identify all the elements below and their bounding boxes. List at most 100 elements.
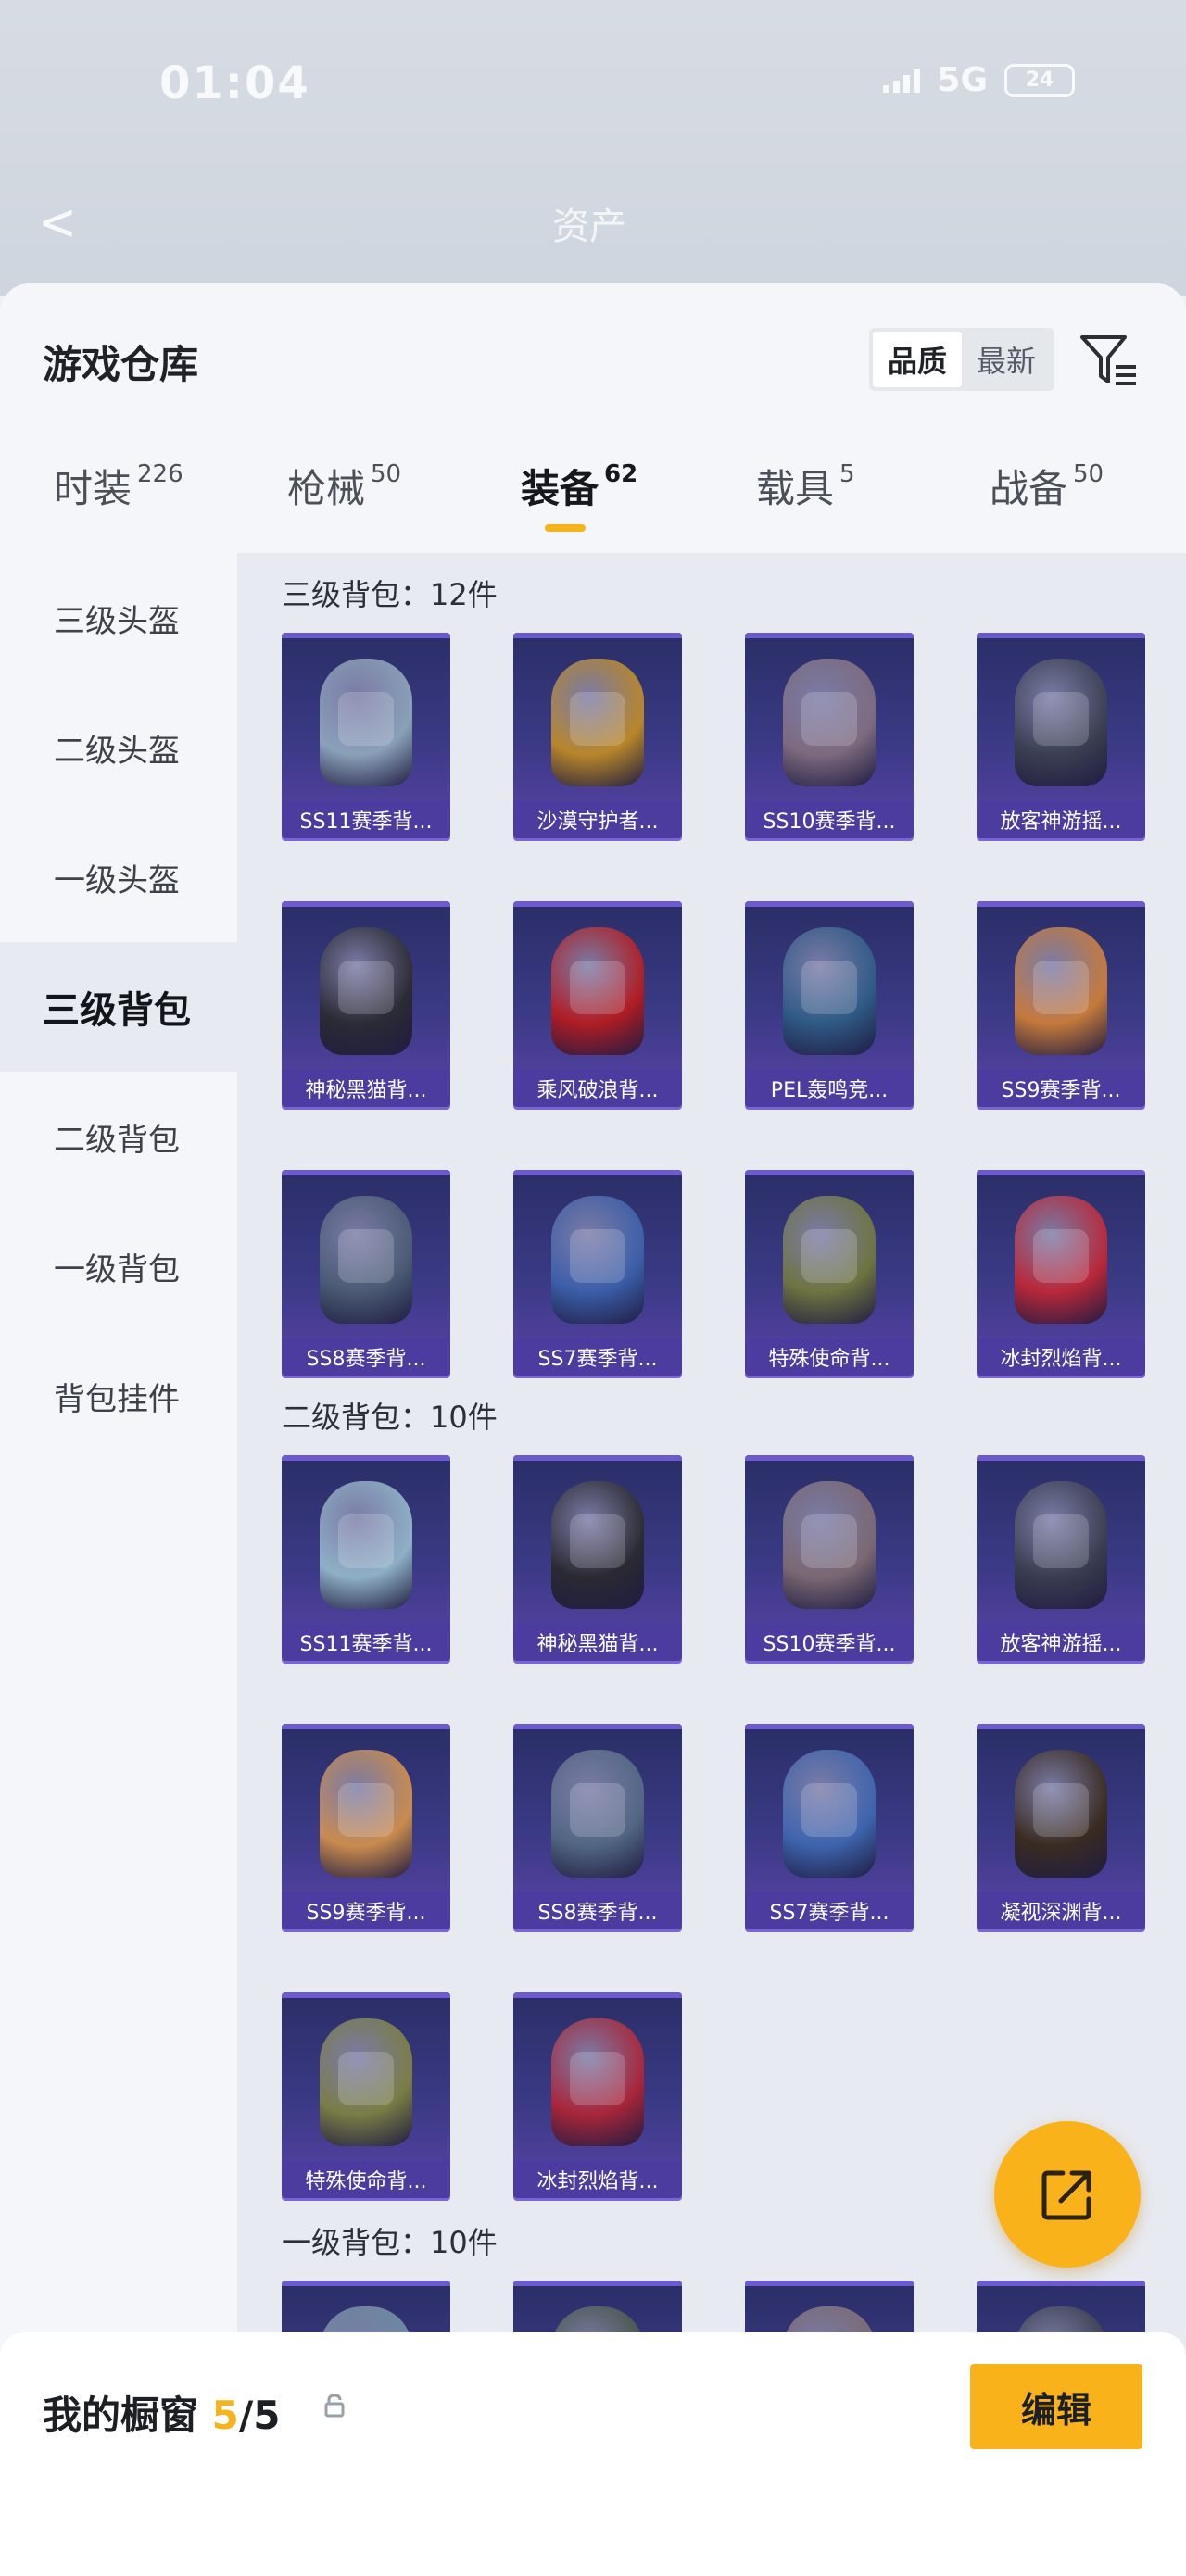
sidebar-item-level1-helmet[interactable]: 一级头盔 (0, 812, 237, 942)
item-card[interactable]: SS9赛季背... (977, 901, 1145, 1107)
backpack-image (1015, 1481, 1107, 1609)
sidebar: 三级头盔 二级头盔 一级头盔 三级背包 二级背包 一级背包 背包挂件 (0, 553, 237, 2576)
sidebar-item-backpack-charm[interactable]: 背包挂件 (0, 1331, 237, 1461)
item-card[interactable]: 冰封烈焰背... (513, 1992, 682, 2198)
share-icon (1041, 2170, 1091, 2220)
backpack-image (320, 927, 412, 1055)
item-card[interactable]: 神秘黑猫背... (282, 901, 450, 1107)
sheet-title: 游戏仓库 (43, 342, 199, 387)
item-card[interactable]: SS7赛季背... (513, 1170, 682, 1376)
item-card[interactable]: 沙漠守护者... (513, 633, 682, 838)
backpack-image (551, 2018, 644, 2146)
tab-count: 50 (1073, 460, 1104, 488)
item-card[interactable]: SS11赛季背... (282, 633, 450, 838)
item-name: PEL轰鸣竞... (745, 1070, 914, 1107)
backpack-image (1015, 1750, 1107, 1878)
nav-title: 资产 (552, 206, 626, 248)
blurred-background-header: 01:04 5G 24 < 资产 (0, 0, 1186, 296)
item-name: SS8赛季背... (513, 1892, 682, 1929)
battery-level: 24 (1025, 69, 1054, 92)
section-title: 三级背包：12件 (282, 577, 498, 612)
backpack-image (320, 1481, 412, 1609)
filter-list-icon[interactable] (1079, 330, 1140, 391)
item-card[interactable]: 放客神游摇... (977, 1455, 1145, 1661)
item-name: SS11赛季背... (282, 1624, 450, 1661)
backpack-image (551, 1750, 644, 1878)
backpack-image (551, 1196, 644, 1324)
backpack-image (783, 1196, 876, 1324)
active-tab-indicator (545, 524, 586, 532)
tab-vehicles[interactable]: 载具 5 (756, 458, 855, 514)
sidebar-item-level1-backpack[interactable]: 一级背包 (0, 1201, 237, 1331)
tab-label: 枪械 (287, 466, 366, 511)
item-name: 特殊使命背... (745, 1338, 914, 1376)
sort-newest-button[interactable]: 最新 (962, 332, 1051, 387)
item-card[interactable]: 特殊使命背... (282, 1992, 450, 2198)
item-card[interactable]: SS7赛季背... (745, 1724, 914, 1929)
tab-weapons[interactable]: 枪械 50 (287, 458, 401, 514)
showcase-total: /5 (238, 2393, 281, 2438)
sidebar-item-level2-helmet[interactable]: 二级头盔 (0, 683, 237, 812)
sheet-header: 游戏仓库 品质 最新 (0, 283, 1186, 399)
showcase-current: 5 (211, 2393, 239, 2438)
status-bar-right: 5G 24 (883, 61, 1075, 99)
item-name: SS9赛季背... (282, 1892, 450, 1929)
item-card[interactable]: SS9赛季背... (282, 1724, 450, 1929)
backpack-image (320, 659, 412, 786)
backpack-image (320, 1196, 412, 1324)
share-button[interactable] (994, 2121, 1141, 2268)
item-card[interactable]: 放客神游摇... (977, 633, 1145, 838)
chevron-left-icon[interactable]: < (41, 190, 74, 255)
tab-count: 50 (371, 460, 402, 488)
section-title: 一级背包：10件 (282, 2225, 498, 2260)
tab-count: 62 (604, 460, 638, 488)
backpack-image (1015, 927, 1107, 1055)
backpack-image (1015, 659, 1107, 786)
edit-button[interactable]: 编辑 (970, 2364, 1142, 2449)
tab-count: 5 (839, 460, 855, 488)
sort-quality-button[interactable]: 品质 (873, 332, 962, 387)
tab-label: 时装 (54, 466, 132, 511)
item-name: 神秘黑猫背... (513, 1624, 682, 1661)
item-card[interactable]: 特殊使命背... (745, 1170, 914, 1376)
item-card[interactable]: 神秘黑猫背... (513, 1455, 682, 1661)
item-card[interactable]: 乘风破浪背... (513, 901, 682, 1107)
status-time: 01:04 (159, 57, 310, 109)
battery-icon: 24 (1004, 63, 1075, 97)
backpack-image (783, 1750, 876, 1878)
item-grid-area: 三级背包：12件 SS11赛季背... 沙漠守护者... SS10赛季背... 放客神游… (237, 553, 1186, 2576)
item-name: SS7赛季背... (513, 1338, 682, 1376)
item-card[interactable]: SS8赛季背... (513, 1724, 682, 1929)
item-card[interactable]: 凝视深渊背... (977, 1724, 1145, 1929)
item-card[interactable]: SS8赛季背... (282, 1170, 450, 1376)
item-name: 冰封烈焰背... (513, 2161, 682, 2198)
showcase-label: 我的橱窗 5/5 (43, 2384, 280, 2441)
tab-label: 战备 (990, 466, 1068, 511)
showcase-bar: 我的橱窗 5/5 编辑 (0, 2332, 1186, 2576)
item-card[interactable]: SS10赛季背... (745, 1455, 914, 1661)
backpack-image (320, 2018, 412, 2146)
backpack-image (551, 1481, 644, 1609)
category-tabs: 时装 226 枪械 50 装备 62 载具 5 战备 50 (0, 458, 1186, 550)
backpack-image (1015, 1196, 1107, 1324)
item-name: 神秘黑猫背... (282, 1070, 450, 1107)
sidebar-item-level3-backpack[interactable]: 三级背包 (0, 942, 237, 1072)
item-card[interactable]: 冰封烈焰背... (977, 1170, 1145, 1376)
tab-label: 装备 (521, 466, 599, 511)
network-type: 5G (937, 61, 988, 99)
item-card[interactable]: SS11赛季背... (282, 1455, 450, 1661)
tab-label: 载具 (756, 466, 835, 511)
item-card[interactable]: PEL轰鸣竞... (745, 901, 914, 1107)
tab-equipment[interactable]: 装备 62 (521, 458, 637, 514)
backpack-image (783, 1481, 876, 1609)
item-card[interactable]: SS10赛季背... (745, 633, 914, 838)
backpack-image (551, 927, 644, 1055)
item-name: 沙漠守护者... (513, 801, 682, 838)
signal-icon (883, 69, 921, 93)
tab-fashion[interactable]: 时装 226 (54, 458, 183, 514)
sidebar-item-level3-helmet[interactable]: 三级头盔 (0, 553, 237, 683)
sidebar-item-level2-backpack[interactable]: 二级背包 (0, 1072, 237, 1201)
backpack-image (783, 659, 876, 786)
item-name: SS10赛季背... (745, 1624, 914, 1661)
tab-supplies[interactable]: 战备 50 (990, 458, 1104, 514)
